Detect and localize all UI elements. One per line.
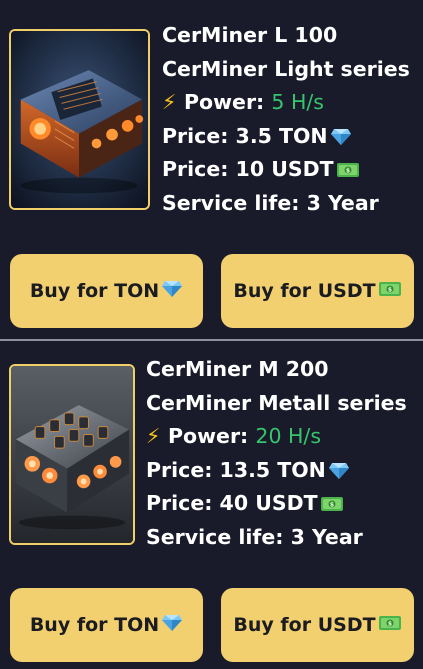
product-price-usdt: Price: 10 USDT $ bbox=[162, 153, 410, 187]
buy-usdt-label: Buy for USDT bbox=[233, 280, 376, 302]
dollar-banknote-icon: $ bbox=[336, 156, 360, 190]
gem-icon bbox=[330, 123, 352, 157]
product-price-ton: Price: 3.5 TON bbox=[162, 120, 410, 154]
product-name: CerMiner L 100 bbox=[162, 23, 338, 47]
product-card: CerMiner L 100 CerMiner Light series ⚡ Po… bbox=[0, 0, 423, 340]
product-series: CerMiner Metall series bbox=[146, 390, 407, 415]
svg-text:$: $ bbox=[387, 286, 391, 293]
buy-usdt-button[interactable]: Buy for USDT $ bbox=[221, 254, 414, 328]
product-series: CerMiner Light series bbox=[162, 56, 410, 81]
dollar-banknote-icon: $ bbox=[378, 614, 402, 637]
power-label: Power: bbox=[184, 90, 272, 114]
product-name: CerMiner M 200 bbox=[146, 357, 329, 381]
buy-ton-label: Buy for TON bbox=[29, 280, 160, 302]
price-usdt-text: Price: 10 USDT bbox=[162, 157, 334, 181]
gem-icon bbox=[161, 614, 183, 637]
miner-device-image bbox=[11, 366, 133, 543]
svg-text:$: $ bbox=[346, 168, 350, 175]
power-value: 20 H/s bbox=[255, 424, 322, 448]
lightning-icon: ⚡ bbox=[162, 90, 177, 114]
gem-icon bbox=[328, 457, 350, 491]
buy-ton-button[interactable]: Buy for TON bbox=[10, 254, 203, 328]
dollar-banknote-icon: $ bbox=[320, 490, 344, 524]
product-image bbox=[9, 29, 150, 210]
price-usdt-text: Price: 40 USDT bbox=[146, 491, 318, 515]
price-ton-text: Price: 13.5 TON bbox=[146, 457, 326, 482]
dollar-banknote-icon: $ bbox=[378, 280, 402, 303]
product-info: CerMiner L 100 CerMiner Light series ⚡ Po… bbox=[162, 19, 410, 220]
price-ton-text: Price: 3.5 TON bbox=[162, 123, 328, 148]
buy-ton-label: Buy for TON bbox=[29, 614, 160, 636]
miner-shop-page: CerMiner L 100 CerMiner Light series ⚡ Po… bbox=[0, 0, 423, 669]
miner-device-image bbox=[11, 31, 148, 208]
power-label: Power: bbox=[168, 424, 256, 448]
product-price-usdt: Price: 40 USDT $ bbox=[146, 487, 407, 521]
product-price-ton: Price: 13.5 TON bbox=[146, 454, 407, 488]
lightning-icon: ⚡ bbox=[146, 424, 161, 448]
product-service-life: Service life: 3 Year bbox=[146, 524, 363, 549]
product-power: ⚡ Power: 5 H/s bbox=[162, 86, 410, 120]
product-image bbox=[9, 364, 135, 545]
product-service-life: Service life: 3 Year bbox=[162, 190, 379, 215]
svg-text:$: $ bbox=[387, 620, 391, 627]
buy-ton-button[interactable]: Buy for TON bbox=[10, 588, 203, 662]
buy-usdt-label: Buy for USDT bbox=[233, 614, 376, 636]
product-power: ⚡ Power: 20 H/s bbox=[146, 420, 407, 454]
product-card: CerMiner M 200 CerMiner Metall series ⚡ P… bbox=[0, 341, 423, 669]
buy-usdt-button[interactable]: Buy for USDT $ bbox=[221, 588, 414, 662]
power-value: 5 H/s bbox=[271, 90, 324, 114]
gem-icon bbox=[161, 280, 183, 303]
svg-text:$: $ bbox=[330, 502, 334, 509]
product-info: CerMiner M 200 CerMiner Metall series ⚡ P… bbox=[146, 353, 407, 554]
